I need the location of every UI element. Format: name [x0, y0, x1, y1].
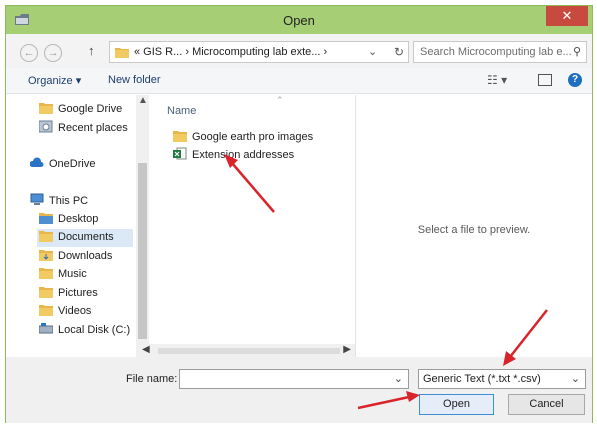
search-placeholder: Search Microcomputing lab e... [420, 46, 572, 58]
file-item-google-earth-pro-images[interactable]: Google earth pro images [173, 129, 313, 146]
chevron-down-icon[interactable]: ⌄ [394, 372, 403, 385]
window-title: Open [283, 13, 315, 28]
nav-item-local-disk[interactable]: Local Disk (C:) [39, 322, 130, 340]
address-bar[interactable]: « GIS R... › Microcomputing lab exte... … [109, 41, 409, 63]
navigation-pane: Google Drive Recent places OneDrive This… [6, 95, 149, 356]
view-options-icon[interactable]: ☷ ▾ [487, 73, 507, 87]
file-type-value: Generic Text (*.txt *.csv) [423, 373, 541, 385]
file-type-select[interactable]: Generic Text (*.txt *.csv) ⌄ [418, 369, 586, 389]
title-bar: Open ✕ [6, 6, 592, 34]
excel-file-icon [173, 147, 187, 160]
nav-item-label: Google Drive [58, 103, 123, 115]
dialog-footer: File name: ⌄ Generic Text (*.txt *.csv) … [6, 357, 592, 423]
refresh-icon[interactable]: ↻ [394, 45, 404, 59]
scroll-right-icon[interactable]: ▶ [343, 344, 351, 355]
organize-button[interactable]: Organize ▾ [28, 74, 81, 87]
drive-icon [39, 323, 53, 334]
nav-item-label: OneDrive [49, 158, 96, 170]
navigation-bar: ← → ↑ « GIS R... › Microcomputing lab ex… [6, 34, 592, 68]
nav-item-desktop[interactable]: Desktop [39, 211, 98, 229]
nav-item-label: Music [58, 268, 87, 280]
close-button[interactable]: ✕ [546, 6, 588, 26]
nav-item-this-pc[interactable]: This PC [30, 193, 88, 211]
cancel-button[interactable]: Cancel [508, 394, 585, 415]
nav-item-google-drive[interactable]: Google Drive [39, 101, 122, 119]
nav-item-label: Downloads [58, 250, 113, 262]
folder-icon [39, 250, 53, 261]
folder-icon [39, 305, 53, 316]
computer-icon [30, 193, 44, 205]
command-bar: Organize ▾ New folder ☷ ▾ ? [6, 68, 592, 94]
help-icon[interactable]: ? [568, 73, 582, 87]
nav-item-videos[interactable]: Videos [39, 303, 91, 321]
chevron-down-icon[interactable]: ⌄ [368, 45, 377, 58]
file-list-horizontal-scrollbar[interactable]: ◀ ▶ [136, 344, 355, 358]
scroll-up-icon[interactable]: ▲ [138, 95, 148, 106]
recent-places-icon [39, 120, 53, 133]
nav-item-documents[interactable]: Documents [37, 229, 133, 247]
nav-item-label: Local Disk (C:) [58, 324, 131, 336]
column-header-name[interactable]: Name [167, 105, 196, 117]
file-item-label: Extension addresses [192, 149, 295, 161]
folder-icon [39, 213, 53, 224]
file-name-label: File name: [126, 373, 178, 385]
back-button[interactable]: ← [20, 44, 38, 62]
nav-item-downloads[interactable]: Downloads [39, 248, 112, 266]
preview-pane-icon[interactable] [538, 74, 552, 86]
search-icon[interactable]: ⚲ [573, 45, 581, 58]
folder-icon [39, 103, 53, 114]
folder-icon [115, 48, 129, 58]
nav-item-label: Pictures [58, 287, 98, 299]
scrollbar-thumb[interactable] [138, 163, 147, 339]
nav-item-label: Recent places [58, 122, 128, 134]
folder-icon [39, 231, 53, 242]
file-list: ⌃ Name Google earth pro images Extension… [149, 95, 355, 347]
nav-item-label: Documents [58, 231, 114, 243]
search-input[interactable]: Search Microcomputing lab e... ⚲ [413, 41, 587, 63]
file-item-label: Google earth pro images [192, 131, 314, 143]
nav-item-onedrive[interactable]: OneDrive [30, 156, 95, 174]
scrollbar-track[interactable] [158, 348, 340, 354]
scroll-left-icon[interactable]: ◀ [142, 344, 150, 355]
open-button[interactable]: Open [419, 394, 494, 415]
forward-button[interactable]: → [44, 44, 62, 62]
folder-icon [173, 131, 187, 142]
nav-item-label: Desktop [58, 213, 99, 225]
cloud-icon [30, 157, 44, 167]
nav-item-label: Videos [58, 305, 92, 317]
nav-item-pictures[interactable]: Pictures [39, 285, 98, 303]
preview-message: Select a file to preview. [417, 224, 531, 236]
nav-item-music[interactable]: Music [39, 266, 87, 284]
nav-item-label: This PC [49, 195, 89, 207]
nav-scrollbar[interactable]: ▲ [136, 95, 149, 348]
up-button[interactable]: ↑ [88, 43, 95, 58]
folder-icon [39, 268, 53, 279]
file-item-extension-addresses[interactable]: Extension addresses [173, 147, 294, 164]
nav-item-recent-places[interactable]: Recent places [39, 120, 128, 138]
file-name-input[interactable]: ⌄ [179, 369, 409, 389]
chevron-down-icon[interactable]: ⌄ [571, 372, 580, 385]
open-dialog: Open ✕ ← → ↑ « GIS R... › Microcomputing… [5, 5, 593, 423]
preview-pane: Select a file to preview. [356, 95, 592, 357]
new-folder-button[interactable]: New folder [108, 74, 161, 86]
sort-ascending-icon: ⌃ [276, 95, 284, 105]
folder-icon [39, 287, 53, 298]
breadcrumb[interactable]: « GIS R... › Microcomputing lab exte... … [134, 46, 327, 58]
